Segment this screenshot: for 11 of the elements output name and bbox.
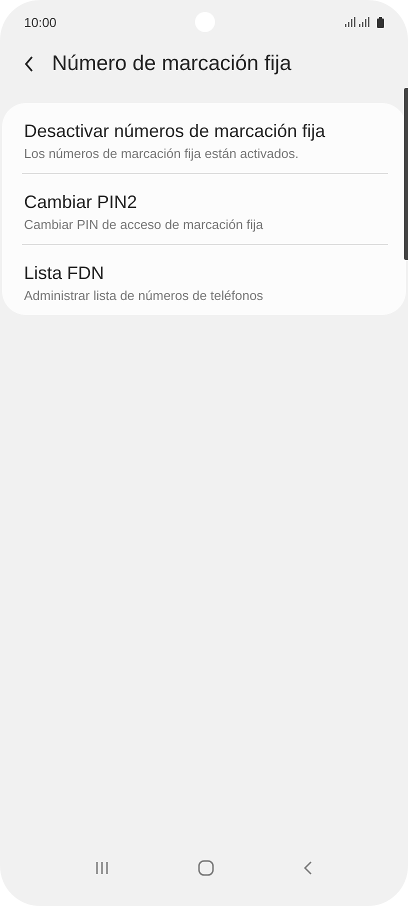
chevron-left-icon xyxy=(303,860,314,876)
chevron-left-icon xyxy=(24,56,34,72)
settings-item[interactable]: Cambiar PIN2 Cambiar PIN de acceso de marcación fija xyxy=(22,173,388,244)
status-time: 10:00 xyxy=(24,14,57,30)
page-title: Número de marcación fija xyxy=(52,52,292,76)
rounded-square-icon xyxy=(198,860,214,876)
settings-item[interactable]: Lista FDN Administrar lista de números de teléfonos xyxy=(22,244,388,315)
settings-item[interactable]: Desactivar números de marcación fija Los números de marcación fija están activados. xyxy=(22,103,388,173)
three-lines-icon xyxy=(94,861,109,875)
battery-icon xyxy=(377,16,384,28)
signal-icon xyxy=(345,17,371,27)
